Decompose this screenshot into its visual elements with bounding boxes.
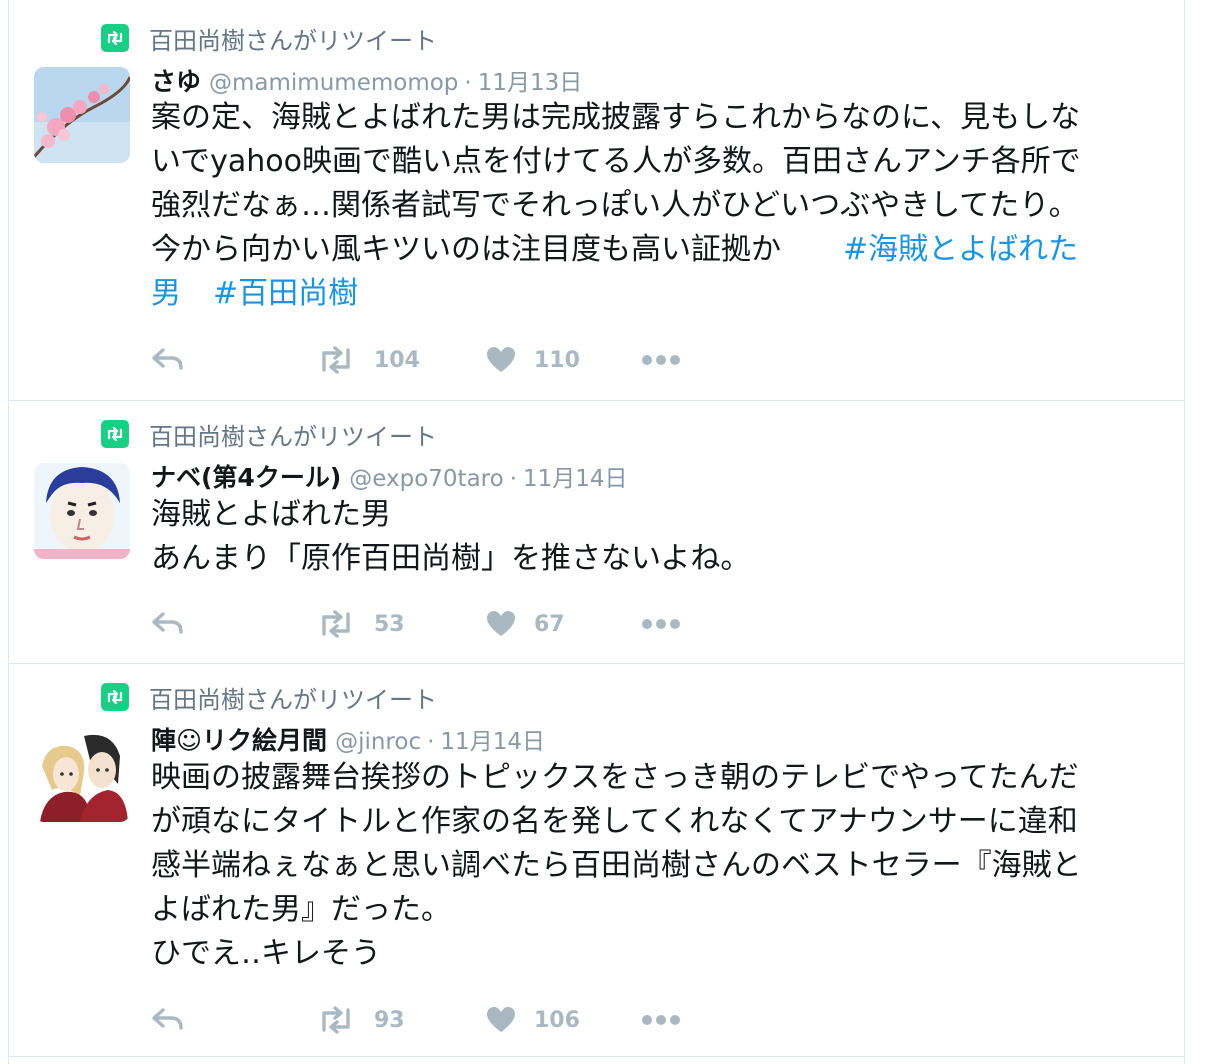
more-button[interactable] [641, 604, 681, 644]
username[interactable]: @expo70taro [349, 466, 503, 492]
timestamp[interactable]: 11月13日 [478, 63, 583, 97]
tweet-text-line: 案の定、海賊とよばれた男は完成披露すらこれからなのに、見もしな [151, 100, 1081, 135]
like-count: 106 [534, 1007, 580, 1033]
display-name[interactable]: 陣☺リク絵月間 [151, 721, 327, 757]
more-icon [642, 619, 680, 629]
reply-button[interactable] [151, 1000, 185, 1040]
tweet[interactable]: 百田尚樹さんがリツイート ナベ(第4クール) @expo70taro · 11月… [9, 401, 1184, 664]
hashtag-link[interactable]: #百田尚樹 [213, 276, 358, 311]
like-button[interactable]: 67 [486, 604, 565, 644]
reply-button[interactable] [151, 340, 185, 380]
separator-dot: · [509, 466, 517, 492]
separator-dot: · [464, 70, 472, 96]
tweet-text-line: 強烈だなぁ…関係者試写でそれっぽい人がひどいつぶやきしてたり。 [151, 188, 1079, 223]
tweet-text: 案の定、海賊とよばれた男は完成披露すらこれからなのに、見もしな いでyahoo映… [151, 96, 1161, 316]
reply-button[interactable] [151, 604, 185, 644]
reply-icon [152, 1008, 183, 1030]
display-name[interactable]: さゆ [151, 62, 201, 98]
retweet-button[interactable]: 93 [316, 1000, 405, 1040]
avatar[interactable] [34, 463, 130, 559]
retweet-context-label[interactable]: 百田尚樹さんがリツイート [149, 21, 437, 56]
tweet-text-line: 海賊とよばれた男 [151, 497, 391, 532]
retweet-button[interactable]: 104 [316, 340, 420, 380]
tweet-text-line: よばれた男』だった。 [151, 892, 451, 927]
tweet-text-line: 男 #百田尚樹 [151, 272, 1161, 316]
retweet-icon [322, 1006, 350, 1034]
tweet-text-line: 感半端ねぇなぁと思い調べたら百田尚樹さんのベストセラー『海賊と [151, 848, 1082, 883]
more-icon [642, 355, 680, 365]
retweet-icon [101, 420, 129, 448]
retweet-context-label[interactable]: 百田尚樹さんがリツイート [149, 417, 437, 452]
timestamp[interactable]: 11月14日 [440, 722, 545, 756]
retweet-context: 百田尚樹さんがリツイート [101, 21, 437, 55]
more-icon [642, 1015, 680, 1025]
username[interactable]: @mamimumemomop [209, 70, 458, 96]
tweet[interactable]: 百田尚樹さんがリツイート 陣☺リク絵月間 @jinroc · 11月14日 映画… [9, 664, 1184, 1056]
like-count: 110 [534, 347, 580, 373]
retweet-context-label[interactable]: 百田尚樹さんがリツイート [149, 680, 437, 715]
tweet-text-segment: 今から向かい風キツいのは注目度も高い証拠か [151, 232, 781, 267]
timestamp[interactable]: 11月14日 [523, 459, 628, 493]
hashtag-link[interactable]: 男 [151, 276, 181, 311]
hashtag-link[interactable]: #海賊とよばれた [843, 232, 1078, 267]
avatar[interactable] [34, 726, 130, 822]
tweet-header: ナベ(第4クール) @expo70taro · 11月14日 [151, 458, 628, 494]
reply-icon [152, 348, 183, 370]
avatar[interactable] [34, 67, 130, 163]
tweet-text: 映画の披露舞台挨拶のトピックスをさっき朝のテレビでやってたんだ が頑なにタイトル… [151, 756, 1161, 976]
heart-icon [487, 347, 515, 372]
retweet-icon [101, 24, 129, 52]
display-name[interactable]: ナベ(第4クール) [151, 458, 341, 494]
retweet-count: 53 [374, 611, 405, 637]
tweet-text-line: 今から向かい風キツいのは注目度も高い証拠か #海賊とよばれた [151, 228, 1161, 272]
retweet-context: 百田尚樹さんがリツイート [101, 680, 437, 714]
retweet-button[interactable]: 53 [316, 604, 405, 644]
retweet-count: 104 [374, 347, 420, 373]
tweet-text: 海賊とよばれた男 あんまり「原作百田尚樹」を推さないよね。 [151, 493, 1161, 581]
more-button[interactable] [641, 1000, 681, 1040]
tweet-header: 陣☺リク絵月間 @jinroc · 11月14日 [151, 721, 545, 757]
separator-dot: · [427, 729, 435, 755]
more-button[interactable] [641, 340, 681, 380]
heart-icon [487, 611, 515, 636]
tweet-text-line: あんまり「原作百田尚樹」を推さないよね。 [151, 541, 751, 576]
heart-icon [487, 1007, 515, 1032]
tweet[interactable]: 百田尚樹さんがリツイート さゆ @mamimumemomop · 11月13日 [9, 0, 1184, 401]
tweet-header: さゆ @mamimumemomop · 11月13日 [151, 62, 582, 98]
retweet-count: 93 [374, 1007, 405, 1033]
tweet-text-line: いでyahoo映画で酷い点を付けてる人が多数。百田さんアンチ各所で [151, 144, 1081, 179]
tweet-text-line: ひでえ‥キレそう [151, 936, 382, 971]
divider [9, 1056, 1184, 1057]
tweet-text-line: 映画の披露舞台挨拶のトピックスをさっき朝のテレビでやってたんだ [151, 760, 1079, 795]
like-count: 67 [534, 611, 565, 637]
reply-icon [152, 612, 183, 634]
retweet-icon [322, 346, 350, 374]
timeline: 百田尚樹さんがリツイート さゆ @mamimumemomop · 11月13日 [8, 0, 1185, 1064]
like-button[interactable]: 106 [486, 1000, 580, 1040]
username[interactable]: @jinroc [335, 729, 421, 755]
tweet-text-line: が頑なにタイトルと作家の名を発してくれなくてアナウンサーに違和 [151, 804, 1078, 839]
like-button[interactable]: 110 [486, 340, 580, 380]
retweet-context: 百田尚樹さんがリツイート [101, 417, 437, 451]
retweet-icon [101, 683, 129, 711]
retweet-icon [322, 610, 350, 638]
